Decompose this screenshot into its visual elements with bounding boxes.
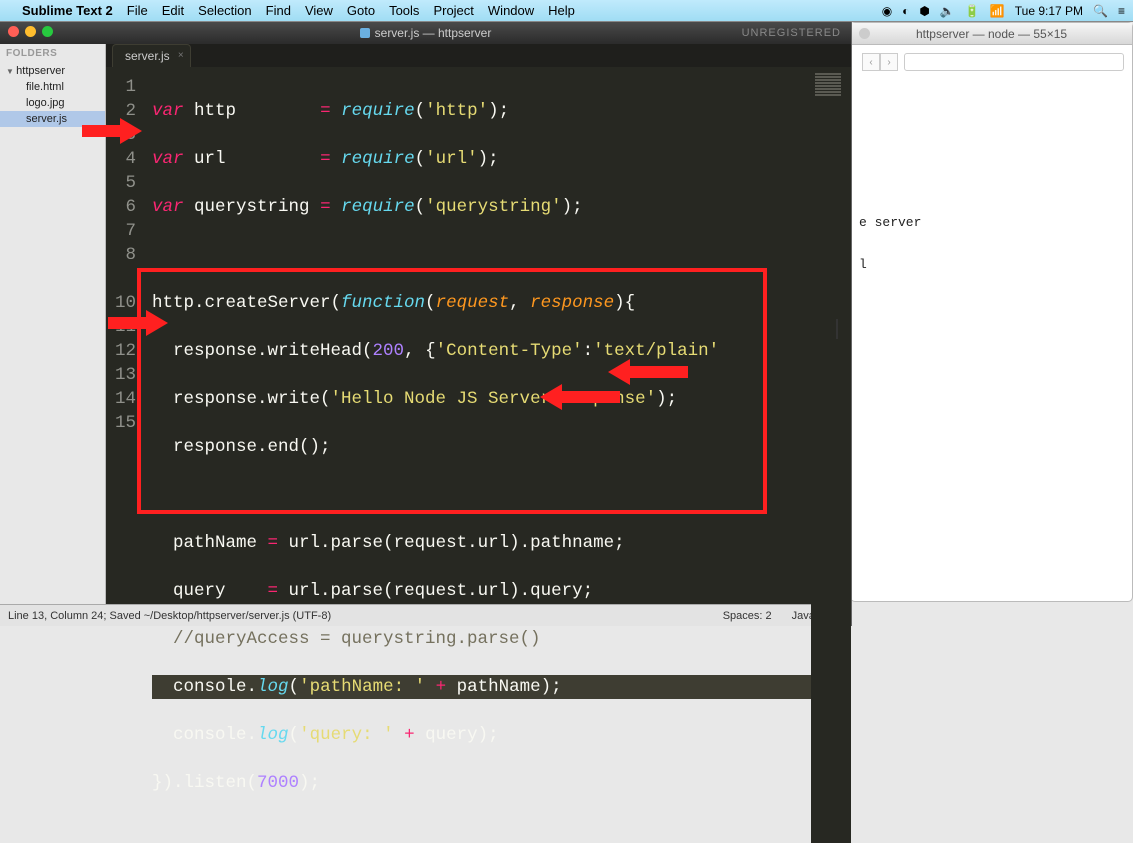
tab-label: server.js — [125, 49, 170, 63]
minimap[interactable] — [811, 67, 851, 843]
terminal-window[interactable]: httpserver — node — 55×15 ‹› e server l — [850, 22, 1133, 602]
sublime-titlebar[interactable]: server.js — httpserver UNREGISTERED — [0, 22, 851, 44]
menu-window[interactable]: Window — [488, 3, 534, 18]
terminal-titlebar: httpserver — node — 55×15 — [851, 23, 1132, 45]
battery-icon[interactable]: 🔋 — [965, 4, 980, 18]
menu-tools[interactable]: Tools — [389, 3, 419, 18]
maximize-icon[interactable] — [42, 26, 53, 37]
editor[interactable]: 1 2 3 4 5 6 7 8 10 11 12 13 14 15 var ht… — [106, 67, 851, 843]
menubar-app[interactable]: Sublime Text 2 — [22, 3, 113, 18]
sidebar-file-selected[interactable]: server.js — [0, 111, 105, 127]
editor-area: server.js × 1 2 3 4 5 6 7 8 10 11 12 — [106, 44, 851, 604]
menu-find[interactable]: Find — [266, 3, 291, 18]
menu-help[interactable]: Help — [548, 3, 575, 18]
mac-menubar: Sublime Text 2 File Edit Selection Find … — [0, 0, 1133, 22]
wifi-icon[interactable]: 📶 — [990, 4, 1005, 18]
code[interactable]: var http = require('http'); var url = re… — [144, 67, 811, 843]
status-icon[interactable]: ◐ — [902, 4, 909, 18]
menu-project[interactable]: Project — [433, 3, 473, 18]
menu-file[interactable]: File — [127, 3, 148, 18]
notifications-icon[interactable]: ≡ — [1118, 4, 1125, 18]
status-icon[interactable]: ◉ — [882, 4, 892, 18]
unregistered-label: UNREGISTERED — [742, 27, 841, 39]
path-input[interactable] — [904, 53, 1124, 71]
minimize-icon[interactable] — [25, 26, 36, 37]
dropbox-icon[interactable]: ⬢ — [919, 4, 929, 18]
terminal-line: e server — [859, 213, 1124, 234]
sidebar-header: FOLDERS — [0, 44, 105, 63]
menu-view[interactable]: View — [305, 3, 333, 18]
sidebar-folder[interactable]: httpserver — [0, 63, 105, 79]
gutter: 1 2 3 4 5 6 7 8 10 11 12 13 14 15 — [106, 67, 144, 843]
terminal-line: l — [859, 255, 1124, 276]
sidebar[interactable]: FOLDERS httpserver file.html logo.jpg se… — [0, 44, 106, 604]
clock[interactable]: Tue 9:17 PM — [1015, 4, 1083, 18]
close-tab-icon[interactable]: × — [178, 50, 184, 61]
sublime-title: server.js — httpserver — [375, 26, 492, 40]
tab-serverjs[interactable]: server.js × — [112, 44, 191, 67]
file-icon — [360, 28, 370, 38]
spotlight-icon[interactable]: 🔍 — [1093, 4, 1108, 18]
path-nav[interactable]: ‹› — [862, 53, 898, 71]
volume-icon[interactable]: 🔈 — [940, 4, 955, 18]
terminal-title: httpserver — node — 55×15 — [916, 27, 1067, 41]
menu-goto[interactable]: Goto — [347, 3, 375, 18]
sublime-window: server.js — httpserver UNREGISTERED FOLD… — [0, 22, 852, 626]
close-icon[interactable] — [8, 26, 19, 37]
tabbar[interactable]: server.js × — [106, 44, 851, 67]
menu-edit[interactable]: Edit — [162, 3, 184, 18]
sidebar-file[interactable]: file.html — [0, 79, 105, 95]
sidebar-file[interactable]: logo.jpg — [0, 95, 105, 111]
terminal-body[interactable]: e server l — [851, 205, 1132, 283]
menu-selection[interactable]: Selection — [198, 3, 251, 18]
text-cursor-icon — [836, 319, 838, 339]
